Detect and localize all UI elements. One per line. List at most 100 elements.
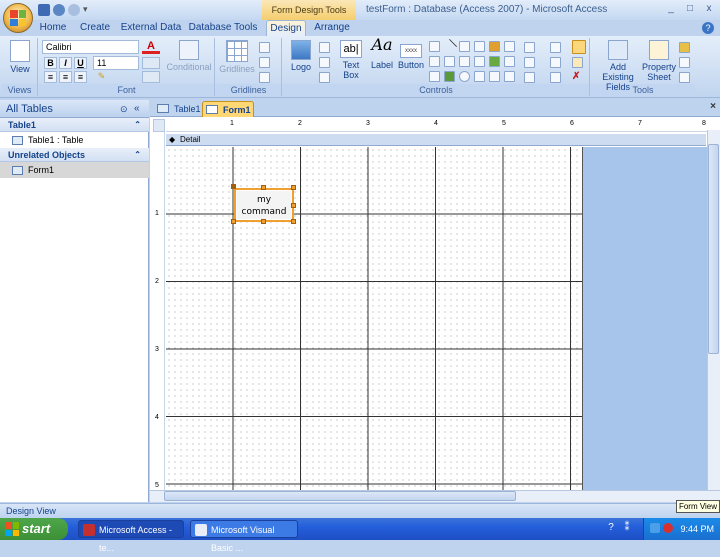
align-right-button[interactable]: ≡ (74, 71, 87, 83)
font-name-combo[interactable]: Calibri (42, 40, 139, 54)
combo-box-icon[interactable] (504, 41, 515, 52)
check-box-icon[interactable] (459, 56, 470, 67)
tab-external-data[interactable]: External Data (120, 20, 182, 36)
my-command-button[interactable]: my command (234, 188, 294, 222)
save-icon[interactable] (38, 4, 50, 16)
resize-handle[interactable] (291, 203, 296, 208)
alternate-fill-icon[interactable] (142, 71, 160, 83)
add-existing-fields-button[interactable]: Add Existing Fields (594, 40, 642, 92)
doc-tab-table1[interactable]: Table1 (154, 101, 201, 117)
underline-button[interactable]: U (74, 57, 87, 69)
tab-design[interactable]: Design (266, 20, 306, 36)
option-group-icon[interactable] (444, 56, 455, 67)
horizontal-scroll-thumb[interactable] (164, 491, 516, 501)
align-center-button[interactable]: ≡ (59, 71, 72, 83)
option-button-icon[interactable] (459, 71, 470, 82)
form-selector[interactable] (153, 119, 165, 132)
convert-macros-icon[interactable] (679, 72, 690, 83)
security-tray-icon[interactable] (663, 523, 673, 533)
tab-home[interactable]: Home (36, 20, 70, 36)
button-control-button[interactable]: xxxx Button (396, 40, 426, 70)
minimize-button[interactable]: _ (663, 2, 679, 16)
rectangle-icon[interactable] (429, 56, 440, 67)
tab-control-icon[interactable] (429, 41, 440, 52)
tab-arrange[interactable]: Arrange (310, 20, 354, 36)
unbound-object-icon[interactable] (474, 71, 485, 82)
start-button[interactable]: start (0, 518, 68, 540)
line-type-2-icon[interactable] (524, 57, 535, 68)
activex-icon[interactable] (504, 71, 515, 82)
close-button[interactable]: x (701, 2, 717, 16)
toggle-button-icon[interactable] (429, 71, 440, 82)
resize-handle[interactable] (261, 185, 266, 190)
align-left-button[interactable]: ≡ (44, 71, 57, 83)
redo-icon[interactable] (68, 4, 80, 16)
maximize-button[interactable]: □ (682, 2, 698, 16)
logo-button[interactable]: Logo (286, 40, 316, 72)
nav-item-form1[interactable]: Form1 (0, 162, 149, 178)
special-effect-icon[interactable] (550, 42, 561, 53)
date-time-icon[interactable] (319, 72, 330, 83)
text-box-button[interactable]: ab| Text Box (336, 40, 366, 80)
taskbar-item-access[interactable]: Microsoft Access - te... (78, 520, 184, 553)
tab-order-icon[interactable] (679, 42, 690, 53)
detail-section-grid[interactable] (166, 147, 583, 490)
subform-icon[interactable] (504, 56, 515, 67)
view-code-icon[interactable] (679, 57, 690, 68)
network-tray-icon[interactable]: ⁑ (620, 522, 634, 536)
nav-group-table1[interactable]: Table1 ⌃ (0, 118, 149, 132)
image-icon[interactable] (489, 56, 500, 67)
list-box-icon[interactable] (474, 56, 485, 67)
nav-group-unrelated[interactable]: Unrelated Objects ⌃ (0, 148, 149, 162)
page-numbers-icon[interactable] (319, 57, 330, 68)
bold-button[interactable]: B (44, 57, 57, 69)
taskbar-item-vb[interactable]: Microsoft Visual Basic ... (190, 520, 298, 553)
bound-object-icon[interactable] (444, 71, 455, 82)
line-color-2-icon[interactable] (524, 72, 535, 83)
font-color-icon[interactable]: A (142, 40, 160, 54)
use-control-wizards-icon[interactable] (572, 57, 583, 68)
resize-handle[interactable] (291, 219, 296, 224)
help-icon[interactable]: ? (702, 22, 714, 34)
fill-color-icon[interactable] (142, 57, 160, 69)
remove-icon[interactable]: ✗ (572, 72, 583, 83)
collapse-group-icon[interactable]: ⌃ (134, 118, 141, 132)
hyperlink-icon[interactable] (489, 71, 500, 82)
doc-tab-form1[interactable]: Form1 (202, 101, 254, 117)
line-thickness-2-icon[interactable] (524, 42, 535, 53)
tab-database-tools[interactable]: Database Tools (188, 20, 258, 36)
resize-handle[interactable] (291, 185, 296, 190)
vertical-scroll-thumb[interactable] (708, 144, 719, 354)
line-color-icon[interactable] (259, 72, 270, 83)
tray-icon[interactable] (650, 523, 660, 533)
line-type-icon[interactable] (259, 57, 270, 68)
detail-section-bar[interactable]: ◆ Detail (166, 134, 706, 146)
resize-handle[interactable] (231, 219, 236, 224)
property-icon[interactable] (550, 72, 561, 83)
view-button[interactable]: View (4, 40, 36, 74)
property-sheet-button[interactable]: Property Sheet (642, 40, 676, 82)
move-handle[interactable] (231, 184, 236, 189)
chart-icon[interactable] (489, 41, 500, 52)
office-button[interactable] (3, 3, 33, 33)
italic-button[interactable]: I (59, 57, 72, 69)
select-pointer-icon[interactable] (572, 40, 586, 54)
gridlines-button[interactable]: Gridlines (218, 40, 256, 74)
help-tray-icon[interactable]: ? (604, 522, 618, 536)
font-size-combo[interactable]: 11 (93, 56, 139, 70)
tab-create[interactable]: Create (76, 20, 114, 36)
nav-menu-chevron-icon[interactable]: ⊙ (120, 100, 128, 118)
border-icon[interactable] (550, 57, 561, 68)
nav-pane-header[interactable]: All Tables ⊙ « (0, 100, 149, 118)
line-thickness-icon[interactable] (259, 42, 270, 53)
collapse-pane-icon[interactable]: « (134, 100, 140, 118)
conditional-button[interactable]: Conditional (165, 40, 213, 72)
attachment-icon[interactable] (474, 41, 485, 52)
collapse-group-icon[interactable]: ⌃ (134, 148, 141, 162)
undo-icon[interactable] (53, 4, 65, 16)
nav-item-table1[interactable]: Table1 : Table (0, 132, 149, 148)
customize-qat-icon[interactable]: ▾ (83, 4, 91, 16)
close-document-icon[interactable]: × (707, 101, 719, 115)
format-painter-icon[interactable]: ✎ (95, 71, 108, 83)
page-break-icon[interactable] (459, 41, 470, 52)
